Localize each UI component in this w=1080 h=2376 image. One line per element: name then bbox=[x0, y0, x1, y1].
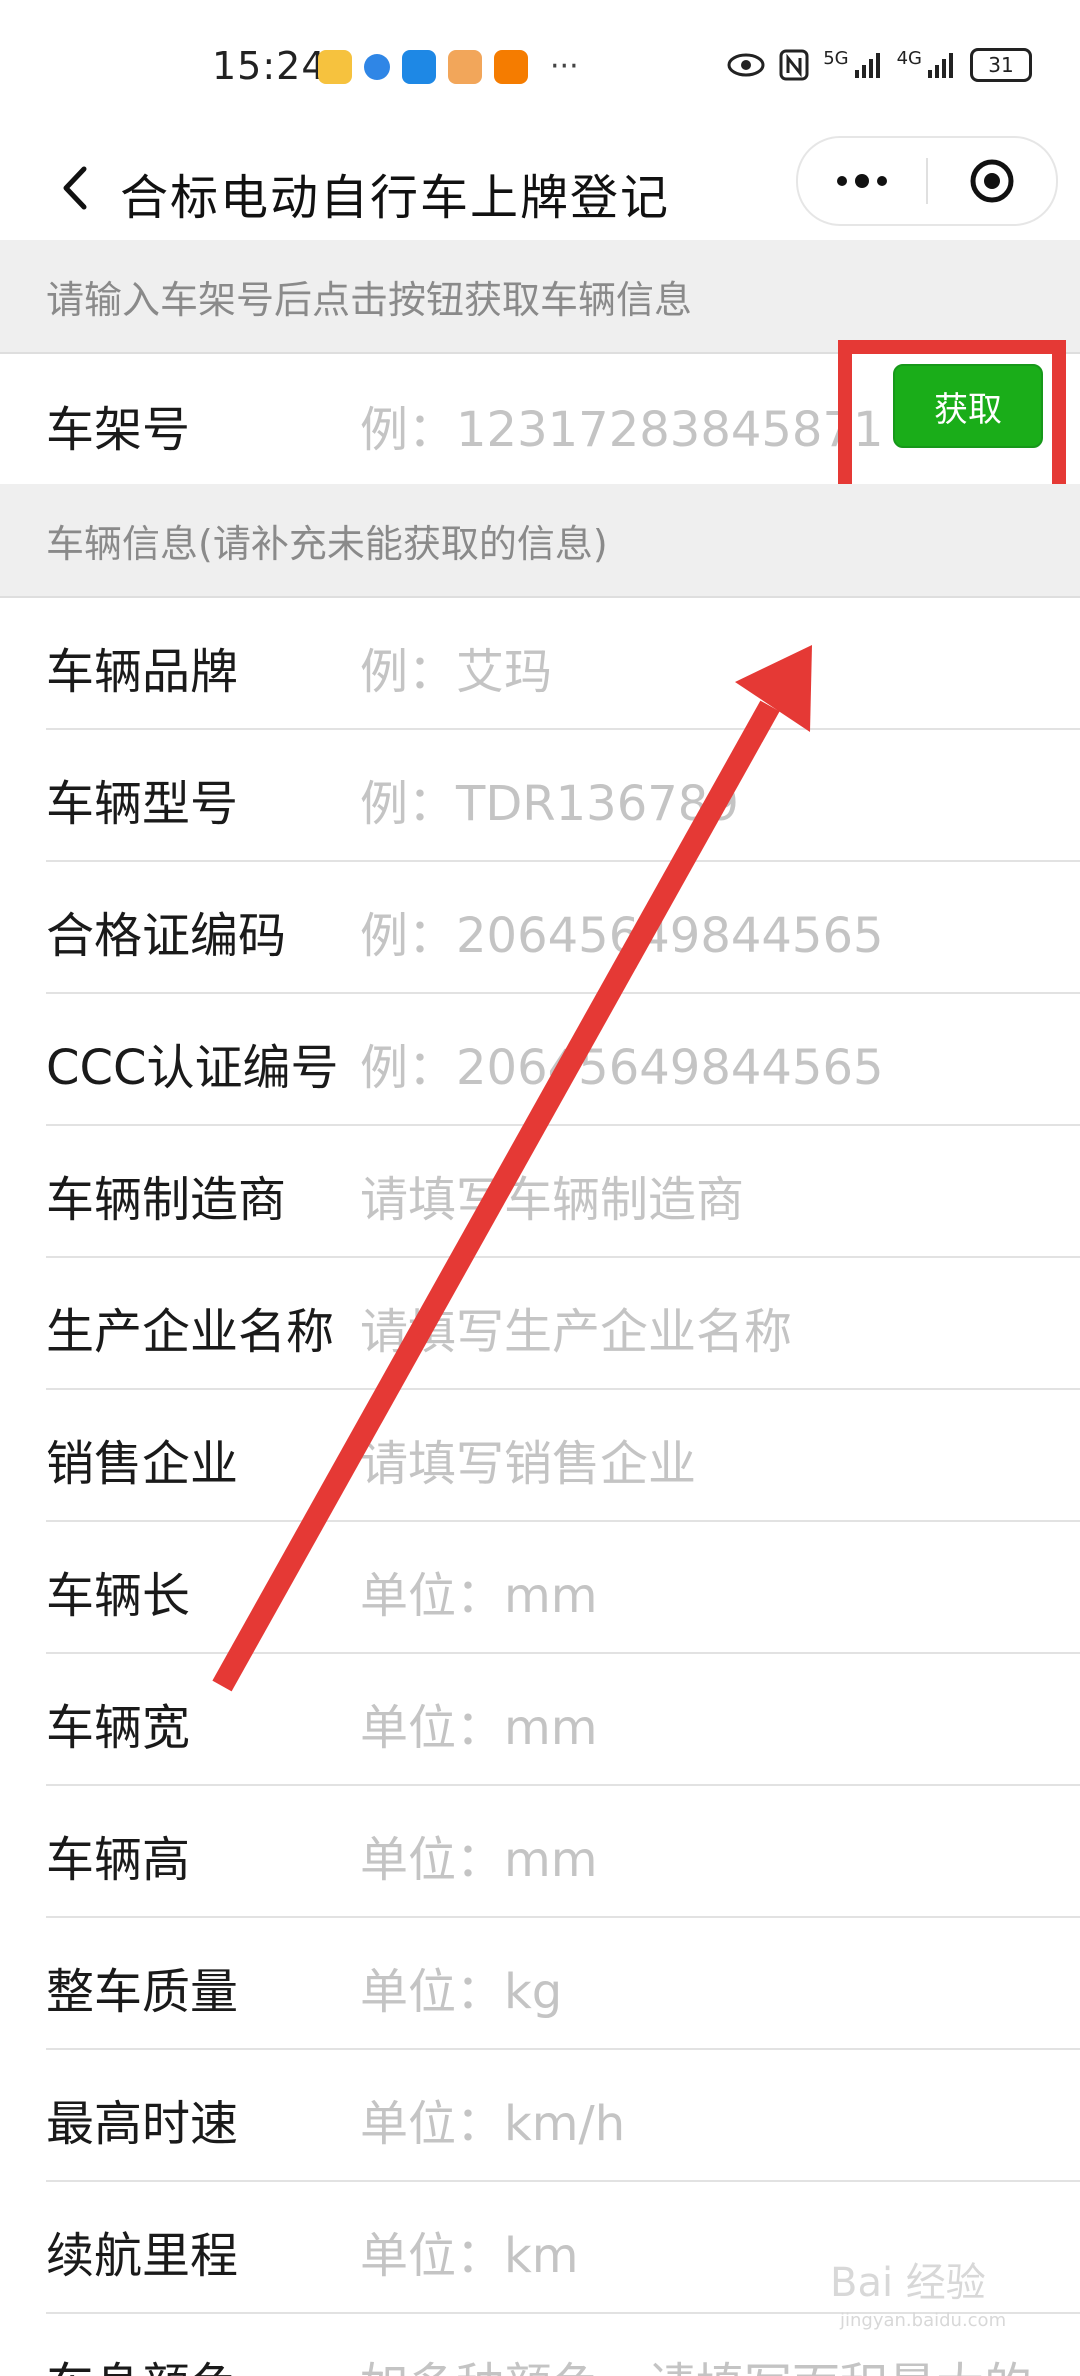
form-row: 车辆长 单位：mm bbox=[0, 1522, 1080, 1654]
certificate-code-label: 合格证编码 bbox=[46, 908, 287, 964]
app-icon-tiger bbox=[448, 50, 482, 84]
back-button[interactable] bbox=[40, 152, 112, 224]
status-app-icons: ··· bbox=[318, 50, 579, 84]
certificate-code-input[interactable]: 例：20645649844565 bbox=[360, 896, 884, 966]
length-label: 车辆长 bbox=[46, 1568, 191, 1624]
status-more-indicator: ··· bbox=[550, 49, 579, 84]
form-row: 车辆高 单位：mm bbox=[0, 1786, 1080, 1918]
more-menu-button[interactable] bbox=[798, 138, 926, 224]
status-time: 15:24 bbox=[212, 44, 327, 88]
watermark-url: jingyan.baidu.com bbox=[840, 2310, 1007, 2331]
form-row: CCC认证编号 例：20645649844565 bbox=[0, 994, 1080, 1126]
model-input[interactable]: 例：TDR136789 bbox=[360, 764, 739, 834]
weight-input[interactable]: 单位：kg bbox=[360, 1952, 562, 2022]
body-color-label: 车身颜色 bbox=[46, 2346, 238, 2376]
eye-icon bbox=[727, 53, 765, 77]
app-icon-cloud bbox=[402, 50, 436, 84]
manufacturer-label: 车辆制造商 bbox=[46, 1172, 287, 1228]
form-row: 生产企业名称 请填写生产企业名称 bbox=[0, 1258, 1080, 1390]
status-bar: 15:24 ··· 5G 4G 31 bbox=[0, 0, 1080, 136]
annotation-highlight-box bbox=[838, 340, 1066, 508]
form-row: 车辆制造商 请填写车辆制造商 bbox=[0, 1126, 1080, 1258]
range-label: 续航里程 bbox=[46, 2228, 239, 2284]
watermark-logo: Bai 经验 bbox=[830, 2260, 986, 2306]
width-label: 车辆宽 bbox=[46, 1700, 191, 1756]
producer-name-input[interactable]: 请填写生产企业名称 bbox=[360, 1292, 792, 1362]
form-row: 整车质量 单位：kg bbox=[0, 1918, 1080, 2050]
max-speed-label: 最高时速 bbox=[46, 2096, 239, 2152]
max-speed-input[interactable]: 单位：km/h bbox=[360, 2084, 625, 2154]
ccc-number-input[interactable]: 例：20645649844565 bbox=[360, 1028, 884, 1098]
target-icon bbox=[970, 159, 1014, 203]
chevron-left-icon bbox=[63, 166, 87, 210]
form-row: 销售企业 请填写销售企业 bbox=[0, 1390, 1080, 1522]
app-icon-orange bbox=[494, 50, 528, 84]
miniprogram-capsule bbox=[796, 136, 1058, 226]
producer-name-label: 生产企业名称 bbox=[46, 1304, 335, 1360]
form-row: 车辆型号 例：TDR136789 bbox=[0, 730, 1080, 862]
ccc-number-label: CCC认证编号 bbox=[46, 1040, 339, 1096]
form-row: 最高时速 单位：km/h bbox=[0, 2050, 1080, 2182]
battery-icon: 31 bbox=[970, 48, 1032, 82]
navigation-bar: 合标电动自行车上牌登记 bbox=[0, 136, 1080, 240]
frame-hint-section: 请输入车架号后点击按钮获取车辆信息 bbox=[0, 240, 1080, 354]
screen: 15:24 ··· 5G 4G 31 合标电动自行车上牌登记 请输入车架号后点击… bbox=[0, 0, 1080, 2376]
signal-5g-label: 5G bbox=[823, 47, 849, 69]
close-miniprogram-button[interactable] bbox=[928, 138, 1056, 224]
brand-label: 车辆品牌 bbox=[46, 644, 239, 700]
height-input[interactable]: 单位：mm bbox=[360, 1820, 598, 1890]
seller-label: 销售企业 bbox=[46, 1436, 239, 1492]
status-right-icons: 5G 4G 31 bbox=[727, 48, 1032, 82]
range-input[interactable]: 单位：km bbox=[360, 2216, 579, 2286]
length-input[interactable]: 单位：mm bbox=[360, 1556, 598, 1626]
brand-input[interactable]: 例：艾玛 bbox=[360, 632, 552, 702]
weight-label: 整车质量 bbox=[46, 1964, 239, 2020]
nfc-icon bbox=[779, 49, 809, 81]
body-color-input[interactable]: 如多种颜色，请填写面积最大的 bbox=[360, 2346, 1032, 2376]
weibo-icon bbox=[318, 50, 352, 84]
frame-number-label: 车架号 bbox=[46, 402, 191, 458]
vehicle-info-text: 车辆信息(请补充未能获取的信息) bbox=[46, 521, 608, 566]
signal-4g-label: 4G bbox=[896, 47, 922, 69]
model-label: 车辆型号 bbox=[46, 776, 239, 832]
frame-hint-text: 请输入车架号后点击按钮获取车辆信息 bbox=[46, 277, 693, 322]
form-row: 车辆品牌 例：艾玛 bbox=[0, 598, 1080, 730]
vehicle-info-section: 车辆信息(请补充未能获取的信息) bbox=[0, 484, 1080, 598]
more-dots-icon bbox=[837, 174, 887, 188]
manufacturer-input[interactable]: 请填写车辆制造商 bbox=[360, 1160, 744, 1230]
app-icon-blue bbox=[364, 54, 390, 80]
frame-number-input[interactable]: 例：12317283845871 bbox=[360, 390, 884, 460]
signal-5g-icon bbox=[854, 53, 880, 78]
signal-4g-icon bbox=[928, 53, 953, 78]
form-row: 合格证编码 例：20645649844565 bbox=[0, 862, 1080, 994]
width-input[interactable]: 单位：mm bbox=[360, 1688, 598, 1758]
seller-input[interactable]: 请填写销售企业 bbox=[360, 1424, 696, 1494]
form-row: 车辆宽 单位：mm bbox=[0, 1654, 1080, 1786]
page-title: 合标电动自行车上牌登记 bbox=[120, 170, 671, 226]
height-label: 车辆高 bbox=[46, 1832, 191, 1888]
